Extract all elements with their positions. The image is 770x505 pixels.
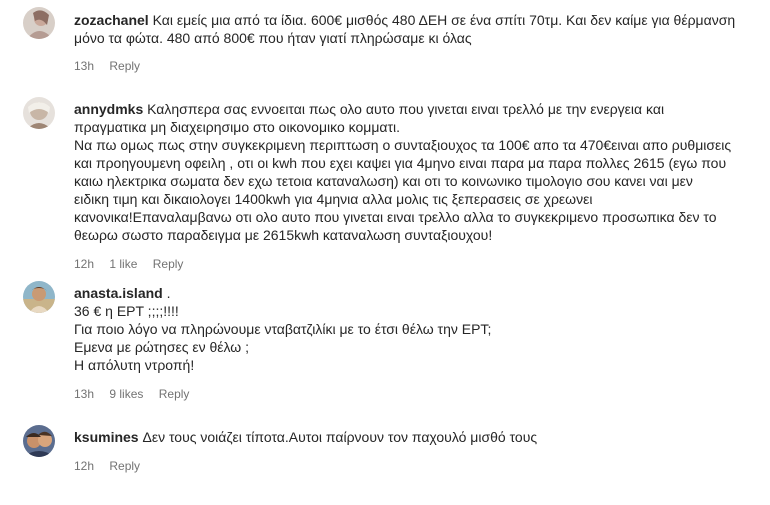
avatar[interactable] [23,97,55,129]
avatar[interactable] [23,281,55,313]
comment-text: zozachanel Και εμείς μια από τα ίδια. 60… [74,11,754,47]
timestamp: 12h [74,459,95,473]
comment-text: anasta.island . 36 € η ΕΡΤ ;;;;!!!! Για … [74,284,754,374]
timestamp: 13h [74,59,95,73]
timestamp: 12h [74,257,95,271]
comment-line: Εμενα με ρώτησες εν θέλω ; [74,339,250,355]
comment-line: Για ποιο λόγο να πληρώνουμε νταβατζιλίκι… [74,321,492,337]
username[interactable]: anasta.island [74,285,163,301]
comment-line: ksumines Δεν τους νοιάζει τίποτα.Αυτοι π… [74,429,538,445]
avatar[interactable] [23,7,55,39]
reply-button[interactable]: Reply [109,59,140,73]
comment-text: ksumines Δεν τους νοιάζει τίποτα.Αυτοι π… [74,428,754,446]
reply-button[interactable]: Reply [109,459,140,473]
username[interactable]: annydmks [74,101,143,117]
comment-meta: 12h Reply [74,459,152,473]
comment-line: κανονικα!Επαναλαμβανω οτι ολο αυτο που γ… [74,209,717,225]
comment-line: μόνο τα φώτα. 480 από 800€ που ήταν γιατ… [74,30,472,46]
comment-line: anasta.island . [74,285,171,301]
comment-line: 36 € η ΕΡΤ ;;;;!!!! [74,303,179,319]
comment-line: zozachanel Και εμείς μια από τα ίδια. 60… [74,12,736,28]
comment-line: ειδικη τιμη και δικαιολογει 1400kwh για … [74,191,593,207]
comment-meta: 13h 9 likes Reply [74,387,201,401]
comment-line: πραγματικα μη διαχειρησιμο στο οικονομικ… [74,119,401,135]
timestamp: 13h [74,387,95,401]
comment-meta: 13h Reply [74,59,152,73]
username[interactable]: zozachanel [74,12,149,28]
reply-button[interactable]: Reply [159,387,190,401]
username[interactable]: ksumines [74,429,139,445]
reply-button[interactable]: Reply [153,257,184,271]
comment-line: Να πω ομως πως στην συγκεκριμενη περιπτω… [74,137,732,153]
likes-count[interactable]: 9 likes [109,387,143,401]
comment-line: καιω ηλεκτρικα σωματα δεν εχω τετοια κατ… [74,173,693,189]
comment-line: θεωρω σωστο παραδειγμα με 2615kwh κατανα… [74,227,493,243]
comment-line: Η απόλυτη ντροπή! [74,357,195,373]
avatar[interactable] [23,425,55,457]
comment-line: annydmks Καλησπερα σας εννοειται πως ολο… [74,101,665,117]
likes-count[interactable]: 1 like [109,257,137,271]
comment-line: και προηγουμενη οφειλη , οτι οι kwh που … [74,155,727,171]
comment-text: annydmks Καλησπερα σας εννοειται πως ολο… [74,100,754,244]
comment-meta: 12h 1 like Reply [74,257,195,271]
